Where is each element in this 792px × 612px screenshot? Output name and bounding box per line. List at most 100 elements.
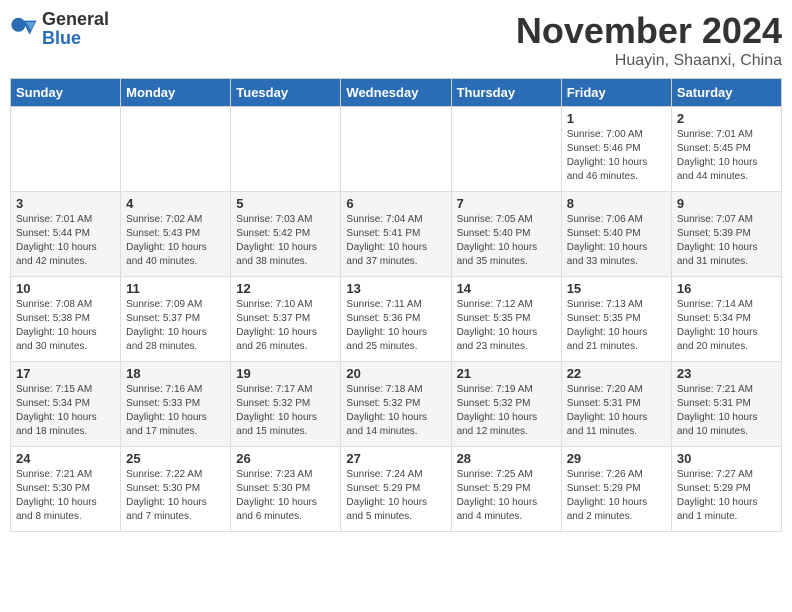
day-number: 2 [677,111,776,126]
calendar-cell: 16 Sunrise: 7:14 AM Sunset: 5:34 PM Dayli… [671,277,781,362]
day-number: 27 [346,451,445,466]
day-number: 7 [457,196,556,211]
day-number: 18 [126,366,225,381]
calendar-cell: 3 Sunrise: 7:01 AM Sunset: 5:44 PM Daylig… [11,192,121,277]
day-info: Sunrise: 7:13 AM Sunset: 5:35 PM Dayligh… [567,298,666,354]
day-info: Sunrise: 7:08 AM Sunset: 5:38 PM Dayligh… [16,298,115,354]
month-title: November 2024 [516,10,782,52]
day-number: 3 [16,196,115,211]
page-header: General Blue November 2024 Huayin, Shaan… [10,10,782,70]
day-info: Sunrise: 7:10 AM Sunset: 5:37 PM Dayligh… [236,298,335,354]
day-number: 22 [567,366,666,381]
calendar-cell: 24Sunrise: 7:21 AM Sunset: 5:30 PM Dayli… [11,447,121,532]
calendar-cell [451,107,561,192]
logo: General Blue [10,10,109,48]
day-number: 4 [126,196,225,211]
calendar-cell: 6 Sunrise: 7:04 AM Sunset: 5:41 PM Daylig… [341,192,451,277]
title-area: November 2024 Huayin, Shaanxi, China [516,10,782,70]
calendar-cell: 25Sunrise: 7:22 AM Sunset: 5:30 PM Dayli… [121,447,231,532]
day-info: Sunrise: 7:19 AM Sunset: 5:32 PM Dayligh… [457,383,556,439]
day-number: 21 [457,366,556,381]
day-info: Sunrise: 7:22 AM Sunset: 5:30 PM Dayligh… [126,468,225,524]
calendar-cell: 9 Sunrise: 7:07 AM Sunset: 5:39 PM Daylig… [671,192,781,277]
calendar-cell: 5Sunrise: 7:03 AM Sunset: 5:42 PM Daylig… [231,192,341,277]
calendar-cell: 21 Sunrise: 7:19 AM Sunset: 5:32 PM Dayli… [451,362,561,447]
weekday-header-sunday: Sunday [11,79,121,107]
day-number: 11 [126,281,225,296]
day-info: Sunrise: 7:17 AM Sunset: 5:32 PM Dayligh… [236,383,335,439]
day-info: Sunrise: 7:09 AM Sunset: 5:37 PM Dayligh… [126,298,225,354]
calendar-cell: 10 Sunrise: 7:08 AM Sunset: 5:38 PM Dayli… [11,277,121,362]
day-number: 8 [567,196,666,211]
calendar-cell [121,107,231,192]
calendar-cell: 22 Sunrise: 7:20 AM Sunset: 5:31 PM Dayli… [561,362,671,447]
day-number: 19 [236,366,335,381]
location: Huayin, Shaanxi, China [516,52,782,70]
day-number: 30 [677,451,776,466]
weekday-header-saturday: Saturday [671,79,781,107]
day-number: 5 [236,196,335,211]
weekday-header-monday: Monday [121,79,231,107]
day-number: 6 [346,196,445,211]
calendar-cell [11,107,121,192]
calendar-cell: 19 Sunrise: 7:17 AM Sunset: 5:32 PM Dayli… [231,362,341,447]
day-info: Sunrise: 7:07 AM Sunset: 5:39 PM Dayligh… [677,213,776,269]
day-info: Sunrise: 7:04 AM Sunset: 5:41 PM Dayligh… [346,213,445,269]
day-number: 1 [567,111,666,126]
calendar-cell: 29 Sunrise: 7:26 AM Sunset: 5:29 PM Dayli… [561,447,671,532]
logo-icon [10,15,38,43]
day-number: 13 [346,281,445,296]
calendar-cell: 13 Sunrise: 7:11 AM Sunset: 5:36 PM Dayli… [341,277,451,362]
day-info: Sunrise: 7:00 AM Sunset: 5:46 PM Dayligh… [567,128,666,184]
calendar-cell: 30 Sunrise: 7:27 AM Sunset: 5:29 PM Dayli… [671,447,781,532]
day-info: Sunrise: 7:20 AM Sunset: 5:31 PM Dayligh… [567,383,666,439]
day-number: 10 [16,281,115,296]
day-number: 20 [346,366,445,381]
day-info: Sunrise: 7:11 AM Sunset: 5:36 PM Dayligh… [346,298,445,354]
calendar-cell: 7Sunrise: 7:05 AM Sunset: 5:40 PM Daylig… [451,192,561,277]
day-info: Sunrise: 7:24 AM Sunset: 5:29 PM Dayligh… [346,468,445,524]
calendar-cell: 11 Sunrise: 7:09 AM Sunset: 5:37 PM Dayli… [121,277,231,362]
week-row-2: 3 Sunrise: 7:01 AM Sunset: 5:44 PM Daylig… [11,192,782,277]
calendar-cell: 14 Sunrise: 7:12 AM Sunset: 5:35 PM Dayli… [451,277,561,362]
day-info: Sunrise: 7:27 AM Sunset: 5:29 PM Dayligh… [677,468,776,524]
weekday-header-thursday: Thursday [451,79,561,107]
day-number: 14 [457,281,556,296]
calendar-cell: 26Sunrise: 7:23 AM Sunset: 5:30 PM Dayli… [231,447,341,532]
calendar-cell: 28Sunrise: 7:25 AM Sunset: 5:29 PM Dayli… [451,447,561,532]
day-number: 16 [677,281,776,296]
day-info: Sunrise: 7:15 AM Sunset: 5:34 PM Dayligh… [16,383,115,439]
weekday-header-tuesday: Tuesday [231,79,341,107]
day-number: 26 [236,451,335,466]
day-info: Sunrise: 7:14 AM Sunset: 5:34 PM Dayligh… [677,298,776,354]
calendar-cell: 2 Sunrise: 7:01 AM Sunset: 5:45 PM Daylig… [671,107,781,192]
day-number: 23 [677,366,776,381]
calendar-cell: 20 Sunrise: 7:18 AM Sunset: 5:32 PM Dayli… [341,362,451,447]
week-row-3: 10 Sunrise: 7:08 AM Sunset: 5:38 PM Dayli… [11,277,782,362]
day-info: Sunrise: 7:01 AM Sunset: 5:45 PM Dayligh… [677,128,776,184]
logo-general: General [42,9,109,29]
calendar-cell: 23 Sunrise: 7:21 AM Sunset: 5:31 PM Dayli… [671,362,781,447]
calendar-cell: 1 Sunrise: 7:00 AM Sunset: 5:46 PM Daylig… [561,107,671,192]
logo-blue: Blue [42,28,81,48]
day-info: Sunrise: 7:12 AM Sunset: 5:35 PM Dayligh… [457,298,556,354]
week-row-5: 24Sunrise: 7:21 AM Sunset: 5:30 PM Dayli… [11,447,782,532]
day-number: 9 [677,196,776,211]
day-info: Sunrise: 7:18 AM Sunset: 5:32 PM Dayligh… [346,383,445,439]
day-info: Sunrise: 7:21 AM Sunset: 5:31 PM Dayligh… [677,383,776,439]
calendar-body: 1 Sunrise: 7:00 AM Sunset: 5:46 PM Daylig… [11,107,782,532]
weekday-header-wednesday: Wednesday [341,79,451,107]
calendar-cell: 15Sunrise: 7:13 AM Sunset: 5:35 PM Dayli… [561,277,671,362]
day-number: 24 [16,451,115,466]
day-info: Sunrise: 7:16 AM Sunset: 5:33 PM Dayligh… [126,383,225,439]
calendar-cell: 12 Sunrise: 7:10 AM Sunset: 5:37 PM Dayli… [231,277,341,362]
day-info: Sunrise: 7:26 AM Sunset: 5:29 PM Dayligh… [567,468,666,524]
day-info: Sunrise: 7:01 AM Sunset: 5:44 PM Dayligh… [16,213,115,269]
day-number: 29 [567,451,666,466]
calendar-cell: 18 Sunrise: 7:16 AM Sunset: 5:33 PM Dayli… [121,362,231,447]
calendar-cell: 17Sunrise: 7:15 AM Sunset: 5:34 PM Dayli… [11,362,121,447]
calendar-cell [231,107,341,192]
day-number: 12 [236,281,335,296]
day-number: 28 [457,451,556,466]
calendar-cell: 27 Sunrise: 7:24 AM Sunset: 5:29 PM Dayli… [341,447,451,532]
